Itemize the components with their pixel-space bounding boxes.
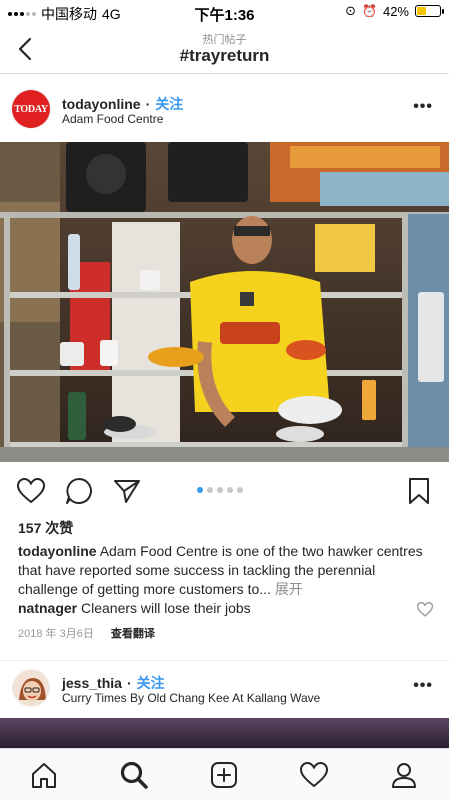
add-post-icon [211,762,237,788]
comment-text: Cleaners will lose their jobs [81,600,251,616]
battery-icon [415,5,444,17]
heart-icon [17,478,45,504]
tab-profile[interactable] [387,758,421,792]
status-right: ⊙ ⏰ 42% [345,3,444,19]
comment-username[interactable]: natnager [18,600,77,616]
carousel-dot [227,487,233,493]
post-image[interactable] [0,142,449,462]
more-options-button[interactable]: ••• [413,677,433,695]
post-date: 2018 年 3月6日 [18,628,94,640]
post-caption: todayonline Adam Food Centre is one of t… [18,542,432,599]
page-subtitle: 热门帖子 [202,34,247,46]
follow-button[interactable]: 关注 [155,96,183,112]
profile-icon [392,763,416,788]
bottom-tab-bar [0,748,449,800]
post-photo-illustration [0,142,449,462]
activity-heart-icon [300,762,328,788]
comment-like-button[interactable] [416,601,434,618]
share-button[interactable] [112,476,142,506]
direct-send-icon [114,480,140,503]
carousel-dot [207,487,213,493]
post-username[interactable]: todayonline [62,96,141,112]
nav-header: 热门帖子 #trayreturn [0,24,449,74]
avatar-portrait-icon [13,670,49,706]
avatar[interactable] [12,669,50,707]
search-icon [120,761,148,789]
post-meta: 2018 年 3月6日 查看翻译 [18,625,155,641]
carousel-dot [217,487,223,493]
more-options-button[interactable]: ••• [413,98,433,116]
lock-rotation-icon: ⊙ [345,3,357,18]
tab-activity[interactable] [297,758,331,792]
status-bar: 中国移动 4G 下午1:36 ⊙ ⏰ 42% [0,0,449,24]
tab-home[interactable] [27,758,61,792]
post2-location[interactable]: Curry Times By Old Chang Kee At Kallang … [62,691,320,705]
post-header: TODAY todayonline · 关注 Adam Food Centre ••… [0,80,449,140]
bookmark-icon [409,478,429,504]
avatar-logo-text: TODAY [14,103,48,115]
caption-expand-link[interactable]: 展开 [275,581,303,597]
comment-bubble-icon [66,478,92,504]
post-location[interactable]: Adam Food Centre [62,112,163,126]
translate-link[interactable]: 查看翻译 [111,628,155,640]
caption-username[interactable]: todayonline [18,543,97,559]
separator-dot: · [126,675,132,691]
carousel-indicator [197,487,243,493]
home-icon [32,763,56,788]
tab-new-post[interactable] [207,758,241,792]
battery-percent: 42% [382,3,409,19]
separator-dot: · [145,96,151,112]
post2-username-row: jess_thia · 关注 [62,673,165,693]
post2-username[interactable]: jess_thia [62,675,122,691]
comment-row: natnager Cleaners will lose their jobs [18,600,418,616]
carousel-dot [237,487,243,493]
tab-search[interactable] [117,758,151,792]
save-button[interactable] [404,476,434,506]
post-header-2: jess_thia · 关注 Curry Times By Old Chang Ke… [0,660,449,716]
comment-button[interactable] [64,476,94,506]
like-count[interactable]: 157 次赞 [18,518,73,538]
post-username-row: todayonline · 关注 [62,94,183,114]
like-button[interactable] [16,476,46,506]
avatar[interactable]: TODAY [12,90,50,128]
carousel-dot [197,487,203,493]
alarm-icon: ⏰ [362,4,377,18]
page-title: #trayreturn [179,46,270,65]
post-image[interactable] [0,718,449,748]
post-action-bar [0,470,449,514]
heart-icon [416,601,434,617]
follow-button[interactable]: 关注 [137,675,165,691]
